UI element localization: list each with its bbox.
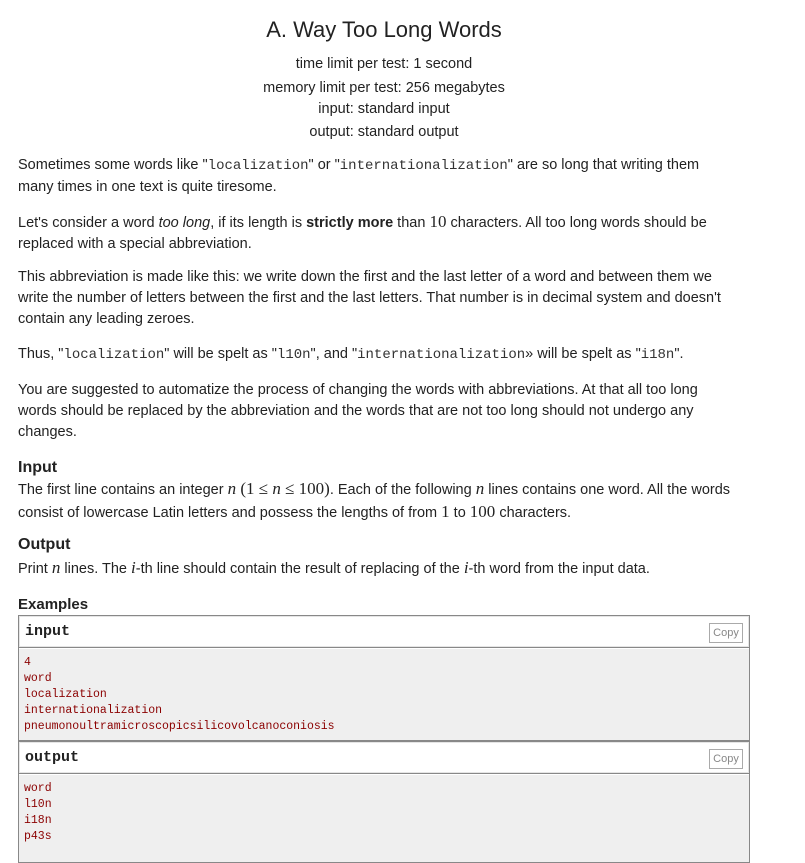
input-type: input: standard input [318,101,450,117]
statement-paragraph-3: This abbreviation is made like this: we … [18,269,721,327]
input-specification: The first line contains an integer n (1 … [18,479,731,521]
input-line: 4 [24,656,31,669]
example-output-label: output [25,749,80,766]
example-input-label: input [25,623,71,640]
example-output-content: word l10n i18n p43s [19,775,749,862]
statement-paragraph-5: You are suggested to automatize the proc… [18,382,698,440]
statement-paragraph-1: Sometimes some words like "localization"… [18,157,700,195]
output-type: output: standard output [309,124,459,140]
output-line: p43s [24,830,52,843]
memory-limit: memory limit per test: 256 megabytes [263,80,505,96]
output-specification: Print n lines. The i-th line should cont… [18,558,650,577]
input-heading: Input [18,459,58,476]
input-line: pneumonoultramicroscopicsilicovolcanocon… [24,720,335,733]
example-output-box: output Copy word l10n i18n p43s [18,741,750,863]
input-line: internationalization [24,704,163,717]
example-output-header: output Copy [19,742,749,774]
time-limit: time limit per test: 1 second [295,56,473,72]
output-line: word [24,782,52,795]
problem-title: A. Way Too Long Words [266,17,502,42]
statement-paragraph-4: Thus, "localization" will be spelt as "l… [18,346,684,363]
output-line: i18n [24,814,52,827]
copy-output-button[interactable]: Copy [709,749,743,769]
copy-input-button[interactable]: Copy [709,623,743,643]
input-line: localization [24,688,107,701]
input-line: word [24,672,52,685]
output-line: l10n [24,798,52,811]
example-input-box: input Copy 4 word localization internati… [18,615,750,741]
example-input-header: input Copy [19,616,749,648]
statement-paragraph-2: Let's consider a word too long, if its l… [18,212,707,252]
examples-heading: Examples [18,596,89,613]
output-heading: Output [18,536,71,553]
example-input-content: 4 word localization internationalization… [19,649,749,740]
